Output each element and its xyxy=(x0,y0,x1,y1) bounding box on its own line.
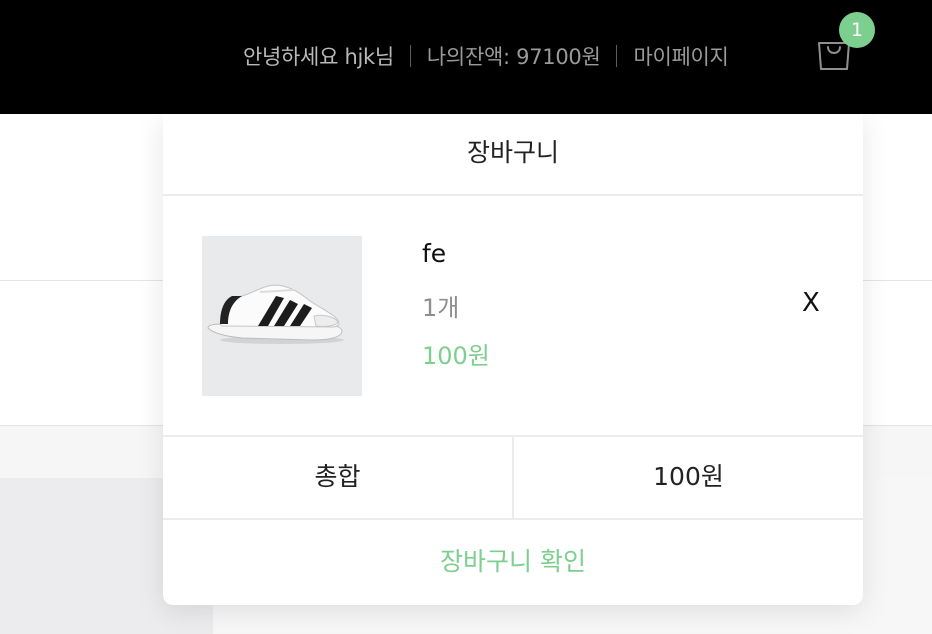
product-quantity: 1개 xyxy=(422,294,460,322)
page: 안녕하세요 hjk님 나의잔액: 97100원 마이페이지 1 장바구니 fe … xyxy=(0,0,932,634)
total-label: 총합 xyxy=(163,437,514,518)
cart-title: 장바구니 xyxy=(163,114,863,196)
cart-item: fe 1개 100원 X xyxy=(163,196,863,437)
product-image xyxy=(202,236,362,396)
total-row: 총합 100원 xyxy=(163,437,863,520)
remove-item-button[interactable]: X xyxy=(802,288,820,318)
balance-text: 나의잔액: 97100원 xyxy=(426,45,601,69)
top-header: 안녕하세요 hjk님 나의잔액: 97100원 마이페이지 1 xyxy=(0,0,932,114)
view-cart-button[interactable]: 장바구니 확인 xyxy=(163,520,863,605)
cart-count-badge: 1 xyxy=(839,12,875,48)
mypage-link[interactable]: 마이페이지 xyxy=(633,41,728,71)
product-price: 100원 xyxy=(422,342,490,370)
greeting-text: 안녕하세요 hjk님 xyxy=(243,45,394,69)
nav-divider xyxy=(409,45,411,67)
product-name: fe xyxy=(422,239,447,268)
cart-dropdown: 장바구니 fe 1개 100원 X 총합 100원 장바구니 확인 xyxy=(163,114,863,605)
nav-divider xyxy=(616,45,618,67)
total-value: 100원 xyxy=(653,462,724,491)
sneaker-icon xyxy=(207,284,344,344)
user-nav: 안녕하세요 hjk님 나의잔액: 97100원 마이페이지 xyxy=(243,41,729,71)
